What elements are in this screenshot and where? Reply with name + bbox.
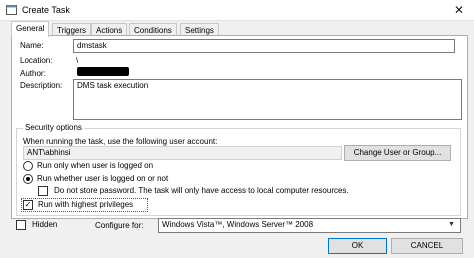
name-field[interactable]: dmstask (73, 39, 455, 53)
configure-for-select[interactable]: Windows Vista™, Windows Server™ 2008 (158, 218, 461, 233)
hidden-checkbox[interactable] (16, 220, 26, 230)
security-options-title: Security options (23, 123, 84, 132)
user-account-field: ANT\abhinsi (23, 146, 342, 160)
cancel-button[interactable]: CANCEL (391, 238, 463, 254)
account-prompt: When running the task, use the following… (23, 137, 218, 146)
ok-button[interactable]: OK (328, 238, 387, 254)
title-bar (0, 0, 474, 21)
name-label: Name: (20, 41, 44, 50)
radio-run-logged-on[interactable] (23, 161, 33, 171)
author-value-redacted (77, 67, 129, 76)
chevron-down-icon[interactable]: ▼ (448, 221, 455, 228)
hidden-label[interactable]: Hidden (32, 220, 57, 229)
no-store-password-checkbox[interactable] (38, 186, 48, 196)
radio-run-logged-on-or-not-label[interactable]: Run whether user is logged on or not (37, 174, 168, 183)
no-store-password-label[interactable]: Do not store password. The task will onl… (54, 186, 349, 195)
change-user-button[interactable]: Change User or Group... (344, 145, 451, 161)
task-scheduler-icon (6, 5, 17, 15)
close-icon[interactable]: ✕ (454, 3, 464, 17)
location-label: Location: (20, 56, 53, 65)
tab-general[interactable]: General (11, 21, 50, 37)
description-label: Description: (20, 81, 63, 90)
description-field[interactable]: DMS task execution (73, 79, 462, 120)
radio-run-logged-on-label[interactable]: Run only when user is logged on (37, 161, 153, 170)
configure-for-label: Configure for: (95, 221, 144, 230)
highest-privileges-checkbox[interactable]: ✓ (23, 200, 33, 210)
highest-privileges-label[interactable]: Run with highest privileges (38, 200, 133, 209)
window-title: Create Task (22, 5, 70, 15)
location-value: \ (76, 56, 79, 65)
author-label: Author: (20, 69, 46, 78)
configure-for-value: Windows Vista™, Windows Server™ 2008 (162, 220, 314, 229)
radio-run-logged-on-or-not[interactable] (23, 174, 33, 184)
